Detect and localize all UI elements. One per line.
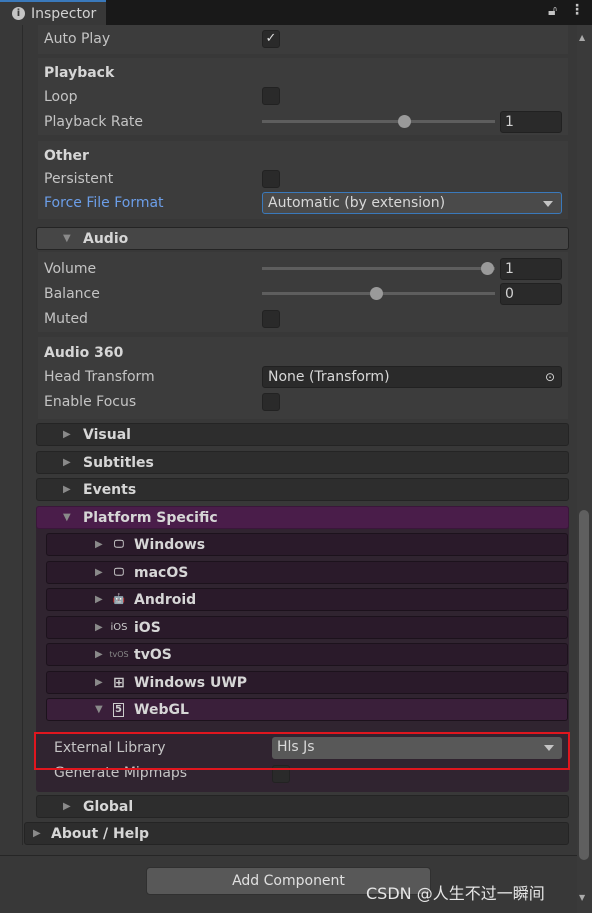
- volume-slider[interactable]: [262, 262, 495, 275]
- force-file-format-dropdown[interactable]: Automatic (by extension): [262, 192, 562, 214]
- volume-field[interactable]: 1: [500, 258, 562, 280]
- collapsed-arrow-icon: ▶: [95, 594, 103, 605]
- info-icon: i: [12, 7, 25, 20]
- platform-label: WebGL: [134, 701, 189, 718]
- balance-label: Balance: [44, 286, 100, 302]
- watermark: CSDN @人生不过一瞬间: [366, 884, 545, 903]
- platform-windows-uwp[interactable]: ▶ ⊞ Windows UWP: [46, 671, 568, 694]
- platform-tvos[interactable]: ▶ tvOS tvOS: [46, 643, 568, 666]
- head-transform-label: Head Transform: [44, 369, 155, 385]
- balance-field[interactable]: 0: [500, 283, 562, 305]
- persistent-checkbox[interactable]: [262, 170, 280, 188]
- collapsed-arrow-icon: ▶: [63, 801, 71, 812]
- kebab-menu-icon[interactable]: ⋮: [570, 2, 584, 18]
- section-label: About / Help: [51, 825, 150, 842]
- muted-checkbox[interactable]: [262, 310, 280, 328]
- playback-title: Playback: [44, 65, 115, 81]
- ios-icon: iOS: [110, 622, 128, 633]
- loop-checkbox[interactable]: [262, 87, 280, 105]
- expanded-arrow-icon: ▼: [95, 704, 103, 715]
- android-icon: 🤖: [112, 594, 126, 605]
- loop-label: Loop: [44, 89, 78, 105]
- object-field-value: None (Transform): [268, 369, 390, 385]
- collapsed-arrow-icon: ▶: [95, 622, 103, 633]
- collapsed-arrow-icon: ▶: [63, 457, 71, 468]
- other-title: Other: [44, 148, 89, 164]
- section-label: Platform Specific: [83, 509, 218, 526]
- force-file-format-label: Force File Format: [44, 195, 164, 211]
- chevron-down-icon: [543, 201, 553, 207]
- platform-label: Windows: [134, 536, 206, 553]
- platform-ios[interactable]: ▶ iOS iOS: [46, 616, 568, 639]
- platform-windows[interactable]: ▶ 🖵 Windows: [46, 533, 568, 556]
- about-help-header[interactable]: ▶ About / Help: [24, 822, 569, 845]
- scrollbar-thumb[interactable]: [579, 510, 589, 860]
- collapsed-arrow-icon: ▶: [95, 677, 103, 688]
- divider: [0, 855, 577, 856]
- enable-focus-checkbox[interactable]: [262, 393, 280, 411]
- windows-logo-icon: ⊞: [113, 674, 125, 691]
- audio-header[interactable]: ▼ Audio: [36, 227, 569, 250]
- tab-title: Inspector: [31, 5, 97, 22]
- collapsed-arrow-icon: ▶: [33, 828, 41, 839]
- tab-inspector[interactable]: i Inspector: [0, 0, 106, 25]
- scroll-down-icon[interactable]: ▼: [579, 893, 585, 902]
- monitor-icon: 🖵: [114, 567, 124, 578]
- events-header[interactable]: ▶ Events: [36, 478, 569, 501]
- playback-rate-field[interactable]: 1: [500, 111, 562, 133]
- scroll-up-icon[interactable]: ▲: [579, 33, 585, 42]
- scrollbar[interactable]: ▲ ▼: [577, 25, 592, 913]
- slider-knob[interactable]: [370, 287, 383, 300]
- collapsed-arrow-icon: ▶: [95, 649, 103, 660]
- platform-label: iOS: [134, 619, 161, 636]
- collapsed-arrow-icon: ▶: [63, 429, 71, 440]
- muted-label: Muted: [44, 311, 88, 327]
- platform-label: tvOS: [134, 646, 172, 663]
- platform-android[interactable]: ▶ 🤖 Android: [46, 588, 568, 611]
- object-picker-icon[interactable]: ⊙: [545, 367, 555, 387]
- section-label: Visual: [83, 426, 131, 443]
- dropdown-value: Automatic (by extension): [268, 195, 446, 211]
- visual-header[interactable]: ▶ Visual: [36, 423, 569, 446]
- html5-icon: 5: [113, 702, 124, 717]
- auto-play-label: Auto Play: [44, 31, 111, 47]
- collapsed-arrow-icon: ▶: [63, 484, 71, 495]
- lock-icon[interactable]: 🔓︎: [548, 3, 557, 19]
- balance-slider[interactable]: [262, 287, 495, 300]
- platform-label: macOS: [134, 564, 189, 581]
- collapsed-arrow-icon: ▶: [95, 539, 103, 550]
- autoplay-panel: [38, 25, 568, 54]
- platform-macos[interactable]: ▶ 🖵 macOS: [46, 561, 568, 584]
- collapsed-arrow-icon: ▶: [95, 567, 103, 578]
- indent-line: [22, 25, 23, 845]
- persistent-label: Persistent: [44, 171, 114, 187]
- playback-rate-label: Playback Rate: [44, 114, 144, 130]
- head-transform-field[interactable]: None (Transform) ⊙: [262, 366, 562, 388]
- subtitles-header[interactable]: ▶ Subtitles: [36, 451, 569, 474]
- audio-header-label: Audio: [83, 230, 129, 247]
- platform-webgl[interactable]: ▼ 5 WebGL: [46, 698, 568, 721]
- volume-label: Volume: [44, 261, 97, 277]
- expanded-arrow-icon: ▼: [63, 233, 71, 244]
- global-header[interactable]: ▶ Global: [36, 795, 569, 818]
- section-label: Global: [83, 798, 134, 815]
- slider-knob[interactable]: [398, 115, 411, 128]
- playback-rate-slider[interactable]: [262, 115, 495, 128]
- expanded-arrow-icon: ▼: [63, 512, 71, 523]
- monitor-icon: 🖵: [114, 539, 124, 550]
- auto-play-checkbox[interactable]: ✓: [262, 30, 280, 48]
- platform-label: Android: [134, 591, 197, 608]
- slider-knob[interactable]: [481, 262, 494, 275]
- audio360-title: Audio 360: [44, 345, 124, 361]
- enable-focus-label: Enable Focus: [44, 394, 137, 410]
- tvos-icon: tvOS: [109, 650, 129, 659]
- section-label: Events: [83, 481, 137, 498]
- platform-label: Windows UWP: [134, 674, 248, 691]
- platform-specific-header[interactable]: ▼ Platform Specific: [36, 506, 569, 529]
- annotation-highlight-box: [34, 732, 570, 770]
- section-label: Subtitles: [83, 454, 154, 471]
